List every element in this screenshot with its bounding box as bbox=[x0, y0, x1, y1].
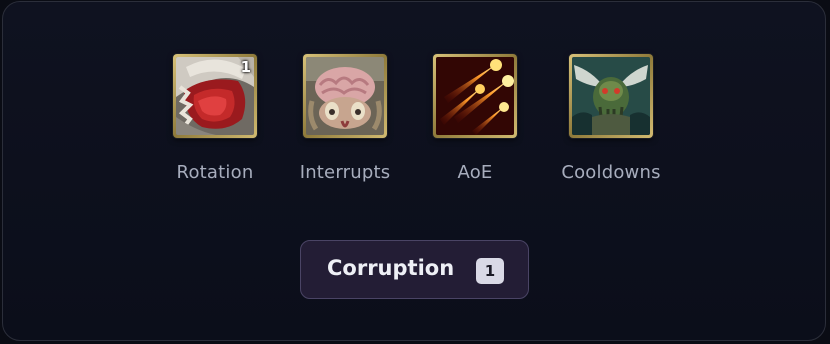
toggle-cooldowns[interactable]: Cooldowns bbox=[546, 54, 676, 183]
toggle-interrupts[interactable]: Interrupts bbox=[280, 54, 410, 183]
icon-frame[interactable]: 1 bbox=[173, 54, 257, 138]
toggle-label-interrupts: Interrupts bbox=[299, 162, 391, 183]
toggle-rotation[interactable]: 1 Rotation bbox=[150, 54, 280, 183]
rotation-count-badge: 1 bbox=[240, 58, 251, 76]
icon-frame[interactable] bbox=[303, 54, 387, 138]
brain-creature-icon bbox=[306, 57, 384, 135]
corruption-label: Corruption bbox=[327, 256, 455, 280]
icon-frame[interactable] bbox=[433, 54, 517, 138]
icon-frame[interactable] bbox=[569, 54, 653, 138]
corruption-button[interactable]: Corruption 1 bbox=[300, 240, 529, 299]
fireball-volley-icon bbox=[436, 57, 514, 135]
toggle-label-aoe: AoE bbox=[457, 162, 493, 183]
toggle-label-cooldowns: Cooldowns bbox=[561, 162, 661, 183]
toggle-aoe[interactable]: AoE bbox=[410, 54, 540, 183]
corruption-count-badge: 1 bbox=[476, 258, 504, 284]
winged-beast-icon bbox=[572, 57, 650, 135]
toggle-label-rotation: Rotation bbox=[176, 162, 254, 183]
